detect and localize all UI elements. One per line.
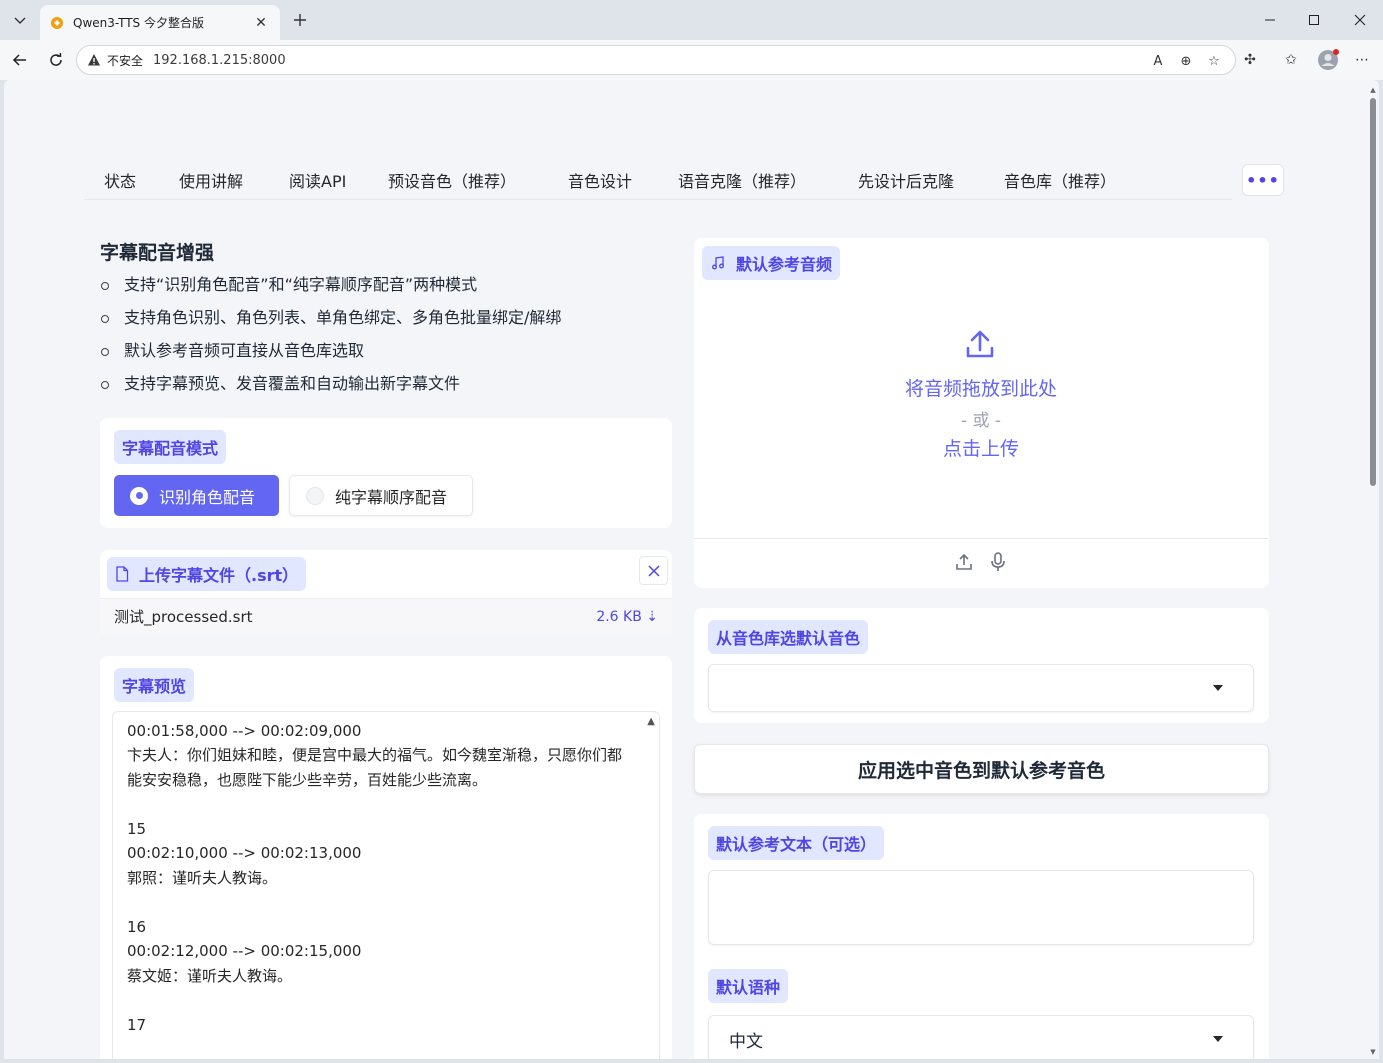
- favorite-star-icon[interactable]: ☆: [1205, 52, 1223, 70]
- drop-zone-text[interactable]: 将音频拖放到此处: [694, 374, 1268, 401]
- more-menu-icon[interactable]: ⋯: [1352, 50, 1372, 70]
- minimize-icon: [1265, 19, 1275, 21]
- maximize-button[interactable]: [1294, 6, 1334, 34]
- reload-button[interactable]: [42, 46, 70, 74]
- drop-zone-or: - 或 -: [960, 411, 1002, 431]
- zoom-icon[interactable]: ⊕: [1177, 52, 1195, 70]
- scroll-up-icon[interactable]: ▲: [647, 716, 655, 727]
- language-label: 默认语种: [708, 969, 789, 1003]
- music-note-icon: [712, 256, 724, 270]
- radio-sequential-dubbing[interactable]: 纯字幕顺序配音: [289, 475, 473, 516]
- browser-tab[interactable]: Qwen3-TTS 今夕整合版 ✕: [40, 5, 280, 40]
- upload-icon[interactable]: [964, 328, 996, 360]
- caret-down-icon: [1213, 1036, 1223, 1042]
- tab-status[interactable]: 状态: [104, 168, 136, 192]
- radio-label: 识别角色配音: [159, 487, 256, 507]
- page-scrollbar[interactable]: ▲ ▼: [1369, 86, 1377, 1056]
- voice-library-dropdown[interactable]: [708, 664, 1254, 712]
- new-tab-button[interactable]: [288, 8, 312, 32]
- ref-audio-label-text: 默认参考音频: [736, 255, 833, 274]
- file-download-link[interactable]: 2.6 KB ⇣: [596, 609, 658, 625]
- translate-icon[interactable]: A: [1149, 52, 1167, 70]
- mode-label: 字幕配音模式: [114, 430, 227, 464]
- scroll-up-icon[interactable]: ▲: [1369, 86, 1377, 94]
- tab-title: Qwen3-TTS 今夕整合版: [73, 16, 204, 30]
- browser-toolbar: 不安全 192.168.1.215:8000 A ⊕ ☆ ✣ ✩ ⋯: [0, 40, 1383, 80]
- list-item: 默认参考音频可直接从音色库选取: [100, 340, 561, 373]
- extensions-icon[interactable]: ✣: [1240, 50, 1260, 70]
- subtitle-preview-textarea[interactable]: 14 00:01:58,000 --> 00:02:09,000 卞夫人：你们姐…: [112, 711, 660, 1059]
- tab-read-api[interactable]: 阅读API: [289, 168, 346, 192]
- ref-audio-label: 默认参考音频: [702, 246, 841, 280]
- tab-design-then-clone[interactable]: 先设计后克隆: [858, 168, 954, 192]
- ref-text-input[interactable]: [708, 870, 1254, 945]
- avatar-icon: [1318, 49, 1339, 70]
- minimize-button[interactable]: [1250, 6, 1290, 34]
- ref-text-label: 默认参考文本（可选）: [708, 826, 885, 860]
- subtitle-upload-label-text: 上传字幕文件（.srt）: [139, 566, 299, 585]
- browser-tabstrip: Qwen3-TTS 今夕整合版 ✕: [0, 0, 1383, 40]
- security-label[interactable]: 不安全: [107, 52, 143, 69]
- reload-icon: [50, 52, 62, 66]
- list-item: 支持字幕预览、发音覆盖和自动输出新字幕文件: [100, 373, 561, 406]
- maximize-icon: [1309, 15, 1319, 25]
- uploaded-file-row: 测试_processed.srt 2.6 KB ⇣: [100, 598, 672, 634]
- feature-list: 支持“识别角色配音”和“纯字幕顺序配音”两种模式 支持角色识别、角色列表、单角色…: [100, 274, 561, 406]
- tab-voice-design[interactable]: 音色设计: [568, 168, 632, 192]
- list-item: 支持“识别角色配音”和“纯字幕顺序配音”两种模式: [100, 274, 561, 307]
- back-button[interactable]: [6, 46, 34, 74]
- more-tabs-button[interactable]: •••: [1242, 164, 1284, 196]
- section-title: 字幕配音增强: [100, 242, 215, 264]
- radio-role-dubbing[interactable]: 识别角色配音: [114, 475, 279, 516]
- tab-close-icon[interactable]: ✕: [252, 14, 270, 32]
- microphone-icon[interactable]: [988, 551, 1008, 573]
- main-tabs: 状态 使用讲解 阅读API 预设音色（推荐） 音色设计 语音克隆（推荐） 先设计…: [84, 160, 1232, 200]
- radio-selected-icon: [130, 486, 148, 505]
- arrow-left-icon: [12, 54, 26, 66]
- app-favicon-icon: [51, 16, 63, 29]
- plus-icon: [294, 14, 306, 26]
- tab-voice-clone[interactable]: 语音克隆（推荐）: [678, 168, 806, 192]
- scroll-thumb[interactable]: [1370, 98, 1376, 486]
- close-icon: [1354, 14, 1366, 26]
- click-upload-text[interactable]: 点击上传: [694, 434, 1268, 461]
- subtitle-upload-label: 上传字幕文件（.srt）: [107, 557, 307, 591]
- tab-preset-voice[interactable]: 预设音色（推荐）: [388, 168, 516, 192]
- apply-voice-button[interactable]: 应用选中音色到默认参考音色: [694, 744, 1269, 794]
- radio-label: 纯字幕顺序配音: [335, 487, 448, 507]
- divider: [694, 538, 1268, 539]
- profile-avatar[interactable]: [1316, 48, 1340, 72]
- warning-icon[interactable]: [87, 53, 101, 67]
- file-name: 测试_processed.srt: [114, 608, 253, 626]
- dropdown-value: 中文: [729, 1031, 763, 1052]
- address-bar[interactable]: 不安全 192.168.1.215:8000 A ⊕ ☆: [76, 45, 1236, 75]
- preview-text: 14 00:01:58,000 --> 00:02:09,000 卞夫人：你们姐…: [127, 712, 623, 1034]
- list-item: 支持角色识别、角色列表、单角色绑定、多角色批量绑定/解绑: [100, 307, 561, 340]
- preview-label: 字幕预览: [114, 668, 195, 702]
- upload-file-icon[interactable]: [954, 552, 974, 572]
- close-icon: [647, 564, 660, 577]
- language-dropdown[interactable]: 中文: [708, 1015, 1254, 1059]
- url-text[interactable]: 192.168.1.215:8000: [153, 53, 286, 68]
- clear-file-button[interactable]: [639, 556, 668, 585]
- tab-voice-library[interactable]: 音色库（推荐）: [1004, 168, 1116, 192]
- file-icon: [116, 566, 129, 582]
- close-window-button[interactable]: [1340, 6, 1380, 34]
- tab-list-button[interactable]: [6, 6, 34, 34]
- scroll-down-icon[interactable]: ▼: [1369, 1048, 1377, 1056]
- page-viewport: ▲ ▼ 状态 使用讲解 阅读API 预设音色（推荐） 音色设计 语音克隆（推荐）…: [4, 80, 1379, 1059]
- tab-tutorial[interactable]: 使用讲解: [179, 168, 243, 192]
- radio-unselected-icon: [306, 486, 324, 505]
- chevron-down-icon: [14, 17, 26, 24]
- favorites-icon[interactable]: ✩: [1281, 50, 1301, 70]
- voice-library-label: 从音色库选默认音色: [708, 620, 869, 654]
- caret-down-icon: [1213, 685, 1223, 691]
